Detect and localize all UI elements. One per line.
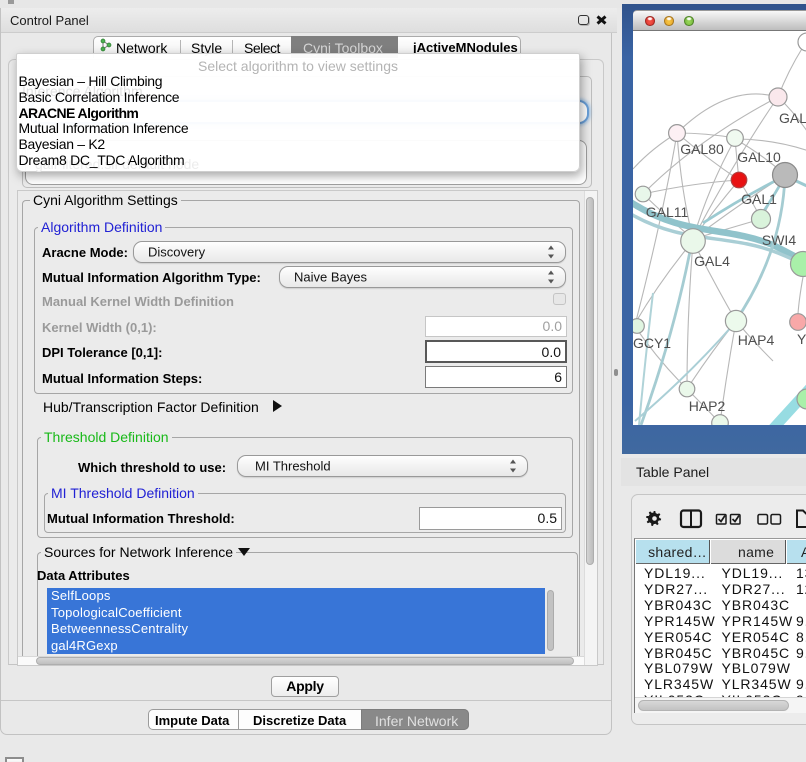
svg-text:GAL10: GAL10 [737,149,781,165]
svg-text:HAP4: HAP4 [738,332,775,348]
svg-text:GAL: GAL [779,110,806,126]
svg-text:GAL80: GAL80 [680,141,724,157]
svg-text:GAL1: GAL1 [741,191,777,207]
svg-text:Y: Y [797,331,806,347]
svg-text:GAL4: GAL4 [694,253,730,269]
svg-text:HAP2: HAP2 [689,398,726,414]
svg-text:GCY1: GCY1 [633,335,671,351]
svg-text:GAL11: GAL11 [646,204,689,220]
svg-text:SWI4: SWI4 [762,232,796,248]
